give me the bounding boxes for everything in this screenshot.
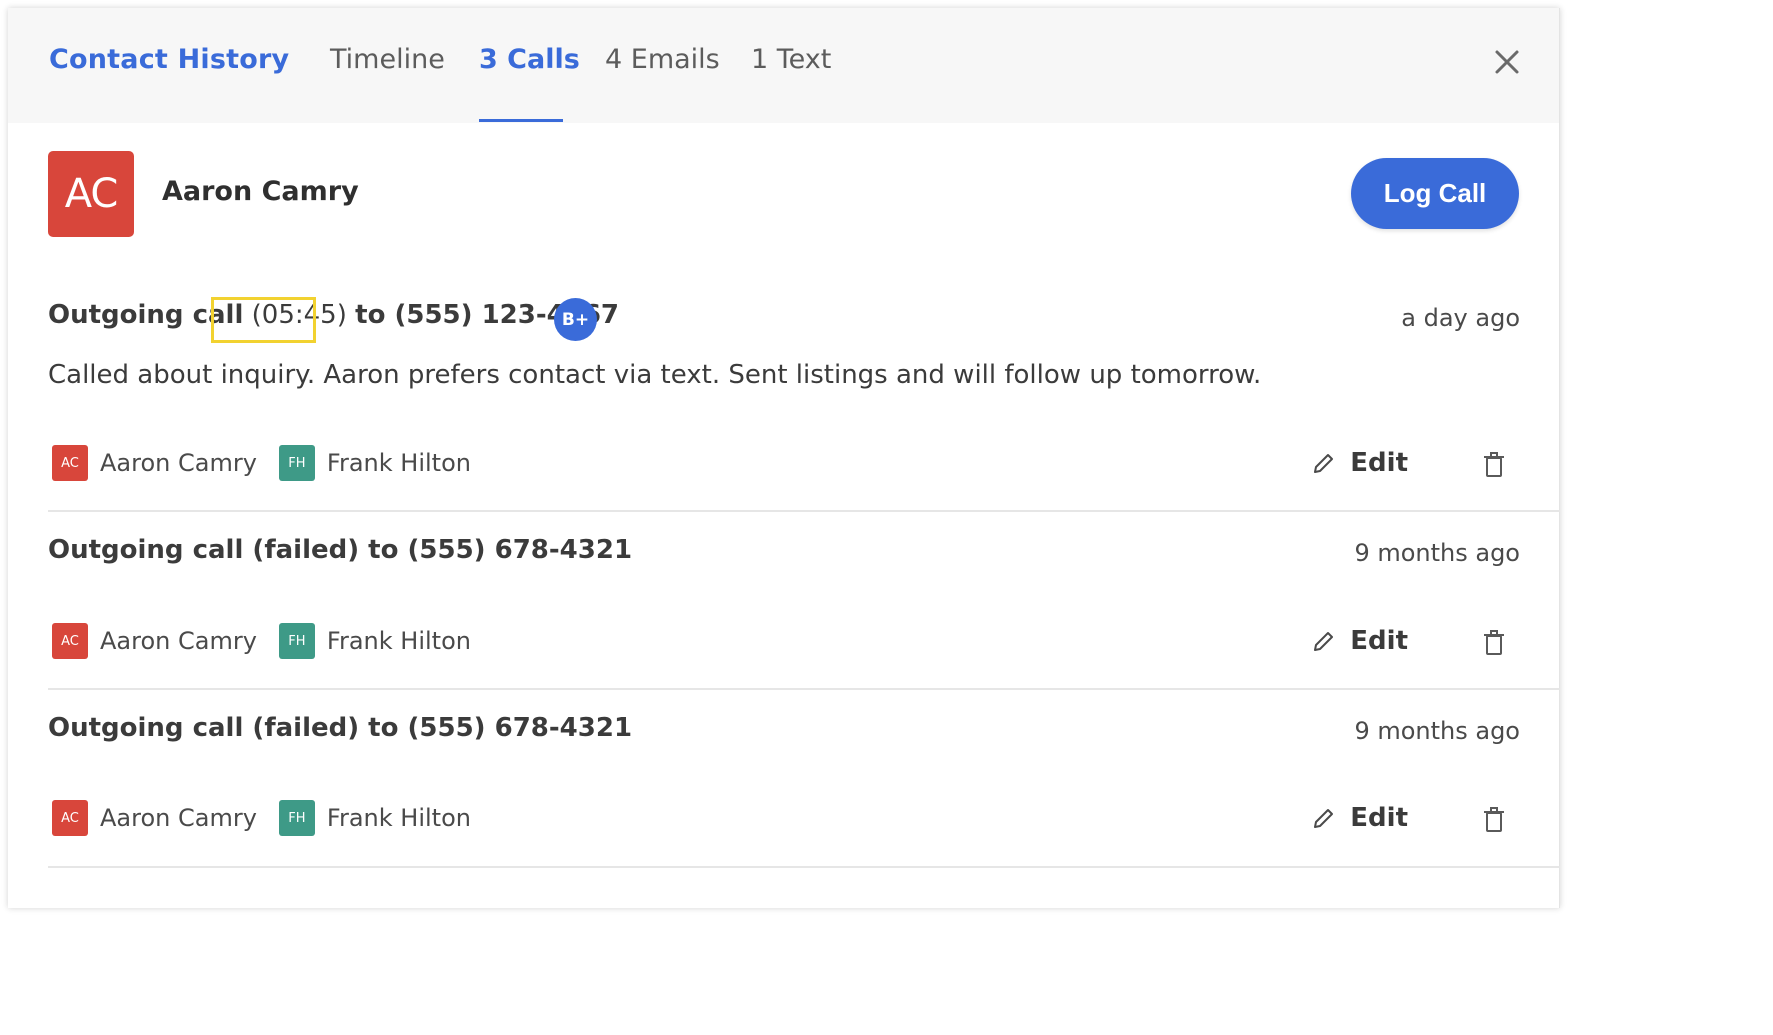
call-title: Outgoing call (failed) to (555) 678-4321 [48,713,633,743]
divider [48,866,1560,868]
divider [48,510,1560,512]
edit-label: Edit [1350,448,1408,478]
avatar: FH [278,800,315,836]
participant-name: Aaron Camry [100,804,257,832]
pencil-icon [1314,809,1334,828]
avatar: FH [278,623,315,659]
call-time: 9 months ago [1354,539,1520,567]
avatar: AC [52,445,88,481]
participants: AC Aaron Camry FH Frank Hilton [52,623,493,659]
call-title: Outgoing call (05:45) to (555) 123-4567 [48,300,619,330]
participant-name: Aaron Camry [100,627,257,655]
avatar: AC [52,623,88,659]
call-note: Called about inquiry. Aaron prefers cont… [48,360,1262,390]
panel-header: Contact History Timeline 3 Calls 4 Email… [8,8,1559,123]
edit-label: Edit [1350,803,1408,833]
participant-name: Frank Hilton [326,449,471,477]
active-tab-indicator [479,119,563,122]
edit-button[interactable]: Edit [1312,448,1408,478]
participants: AC Aaron Camry FH Frank Hilton [52,800,493,836]
divider [48,688,1560,690]
call-duration: (05:45) [251,300,347,330]
avatar: AC [52,800,88,836]
edit-button[interactable]: Edit [1312,626,1408,656]
trash-icon[interactable] [1483,807,1505,837]
call-time: a day ago [1401,304,1520,332]
trash-icon[interactable] [1483,452,1505,482]
contact-name: Aaron Camry [162,176,359,207]
tab-emails[interactable]: 4 Emails [605,44,720,75]
panel-title: Contact History [49,44,290,75]
participant-name: Frank Hilton [326,804,471,832]
avatar: FH [278,445,315,481]
call-title: Outgoing call (failed) to (555) 678-4321 [48,535,633,565]
participant-name: Aaron Camry [100,449,257,477]
pencil-icon [1314,454,1334,473]
participant-name: Frank Hilton [326,627,471,655]
participants: AC Aaron Camry FH Frank Hilton [52,445,493,481]
trash-icon[interactable] [1483,630,1505,660]
edit-label: Edit [1350,626,1408,656]
call-time: 9 months ago [1354,717,1520,745]
contact-history-panel: Contact History Timeline 3 Calls 4 Email… [8,8,1560,908]
close-icon[interactable] [1493,48,1521,76]
pencil-icon [1314,632,1334,651]
tab-calls[interactable]: 3 Calls [479,44,580,75]
log-call-button[interactable]: Log Call [1351,158,1519,229]
grade-badge: B+ [554,298,597,341]
call-direction: Outgoing call [48,300,244,330]
contact-avatar: AC [48,151,134,237]
tab-timeline[interactable]: Timeline [330,44,445,75]
tab-texts[interactable]: 1 Text [751,44,831,75]
edit-button[interactable]: Edit [1312,803,1408,833]
